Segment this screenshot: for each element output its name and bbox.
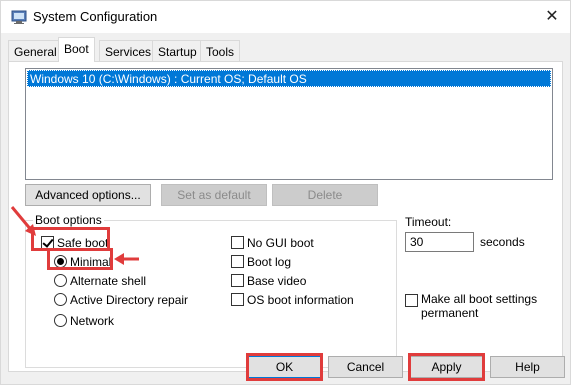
tab-general[interactable]: General	[8, 40, 63, 61]
apply-highlight	[408, 353, 485, 381]
base-video-label: Base video	[247, 274, 307, 288]
os-boot-information-label: OS boot information	[247, 293, 354, 307]
os-boot-information-checkbox[interactable]	[231, 293, 244, 306]
make-permanent-label-line2: permanent	[421, 306, 479, 320]
boot-log-checkbox[interactable]	[231, 255, 244, 268]
no-gui-boot-checkbox[interactable]	[231, 236, 244, 249]
make-permanent-label-line1: Make all boot settings	[421, 292, 538, 306]
timeout-label: Timeout:	[405, 215, 452, 229]
safe-boot-arrow-icon	[10, 206, 36, 236]
tab-startup[interactable]: Startup	[152, 40, 203, 61]
boot-tab-panel: Windows 10 (C:\Windows) : Current OS; De…	[8, 61, 563, 372]
title-bar: System Configuration ✕	[1, 1, 570, 33]
boot-options-legend: Boot options	[33, 213, 104, 227]
advanced-options-button[interactable]: Advanced options...	[25, 184, 151, 206]
base-video-checkbox[interactable]	[231, 274, 244, 287]
network-radio[interactable]	[54, 314, 67, 327]
make-permanent-checkbox[interactable]	[405, 294, 418, 307]
tab-tools[interactable]: Tools	[200, 40, 241, 61]
system-configuration-icon	[11, 10, 27, 24]
tab-services[interactable]: Services	[99, 40, 158, 61]
os-list[interactable]: Windows 10 (C:\Windows) : Current OS; De…	[25, 68, 553, 180]
minimal-arrow-icon	[114, 253, 139, 265]
boot-log-label: Boot log	[247, 255, 292, 269]
os-list-item[interactable]: Windows 10 (C:\Windows) : Current OS; De…	[27, 70, 551, 87]
active-directory-repair-label: Active Directory repair	[70, 293, 189, 307]
ok-highlight	[246, 353, 323, 381]
minimal-highlight	[47, 248, 113, 270]
set-as-default-button[interactable]: Set as default	[161, 184, 267, 206]
delete-button[interactable]: Delete	[272, 184, 378, 206]
no-gui-boot-label: No GUI boot	[247, 236, 314, 250]
timeout-input[interactable]: 30	[405, 232, 474, 252]
dialog-client: General Boot Services Startup Tools Wind…	[1, 33, 570, 384]
active-directory-repair-radio[interactable]	[54, 293, 67, 306]
network-label: Network	[70, 314, 115, 328]
window-title: System Configuration	[33, 9, 158, 24]
close-icon[interactable]: ✕	[539, 5, 565, 29]
timeout-unit-label: seconds	[480, 235, 525, 249]
tab-boot[interactable]: Boot	[58, 37, 95, 62]
system-configuration-window: System Configuration ✕ General Boot Serv…	[0, 0, 571, 385]
alternate-shell-radio[interactable]	[54, 274, 67, 287]
help-button[interactable]: Help	[490, 356, 565, 378]
alternate-shell-label: Alternate shell	[70, 274, 147, 288]
cancel-button[interactable]: Cancel	[328, 356, 403, 378]
